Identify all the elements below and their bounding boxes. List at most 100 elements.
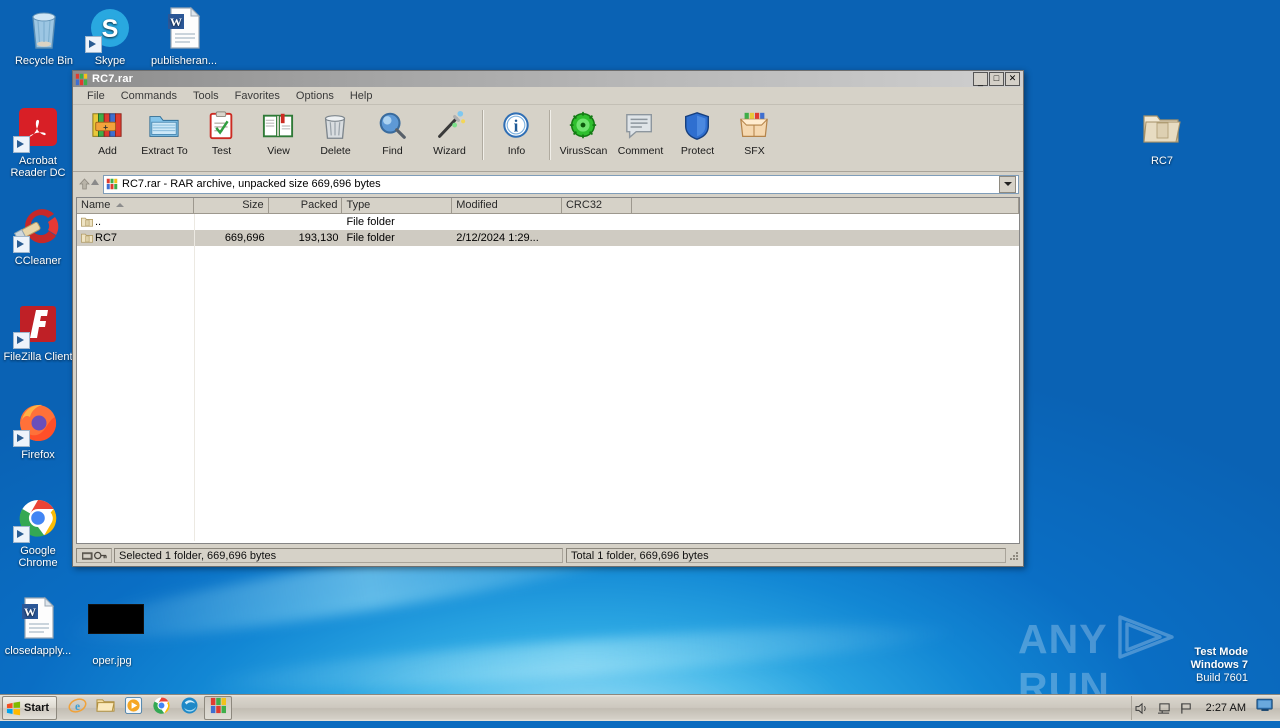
menu-item-commands[interactable]: Commands xyxy=(113,89,185,103)
file-row[interactable]: RC7 669,696 193,130 File folder 2/12/2024 1:… xyxy=(77,230,1019,246)
winrar-window[interactable]: RC7.rar _ □ ✕ File Commands Tools Favorites… xyxy=(72,70,1024,567)
maximize-button[interactable]: □ xyxy=(989,72,1004,86)
desktop-icon-rc7-folder[interactable]: RC7 xyxy=(1126,104,1198,167)
up-one-level-button[interactable] xyxy=(77,175,99,193)
system-tray[interactable]: 2:27 AM xyxy=(1130,696,1280,720)
status-left-text: Selected 1 folder, 669,696 bytes xyxy=(114,548,563,563)
file-modified-cell: 2/12/2024 1:29... xyxy=(456,232,539,244)
flag-icon[interactable] xyxy=(1176,697,1198,719)
menu-item-file[interactable]: File xyxy=(79,89,113,103)
menu-bar[interactable]: File Commands Tools Favorites Options Help xyxy=(73,87,1023,105)
quick-launch-bar[interactable]: e xyxy=(64,696,233,720)
toolbar-button-sfx[interactable]: SFX xyxy=(726,108,783,167)
column-header-label: Size xyxy=(242,199,264,211)
show-desktop-button[interactable] xyxy=(1256,698,1276,718)
close-button[interactable]: ✕ xyxy=(1005,72,1020,86)
word-icon: W xyxy=(160,4,208,52)
taskbar-item-internet-explorer[interactable]: e xyxy=(64,697,90,719)
start-button[interactable]: Start xyxy=(2,696,58,720)
menu-item-options[interactable]: Options xyxy=(288,89,342,103)
menu-item-tools[interactable]: Tools xyxy=(185,89,227,103)
column-header-type[interactable]: Type xyxy=(342,198,453,213)
desktop-icon-closedapply-doc[interactable]: W closedapply... xyxy=(2,594,74,657)
column-header-label: Modified xyxy=(456,199,498,211)
desktop-icon-skype[interactable]: S Skype xyxy=(74,4,146,67)
toolbar[interactable]: + Add Extract To Test View Delete Find Wi… xyxy=(73,105,1023,172)
taskbar-item-winrar-window[interactable] xyxy=(204,696,233,720)
window-controls[interactable]: _ □ ✕ xyxy=(973,72,1021,86)
extract-folder-icon xyxy=(147,110,183,144)
toolbar-button-label: Test xyxy=(211,145,232,157)
firefox-icon xyxy=(13,398,62,447)
taskbar[interactable]: Start e 2:27 AM xyxy=(0,694,1280,721)
toolbar-button-info[interactable]: i Info xyxy=(488,108,545,167)
toolbar-button-wizard[interactable]: Wizard xyxy=(421,108,478,167)
column-header-crc32[interactable]: CRC32 xyxy=(562,198,632,213)
toolbar-button-protect[interactable]: Protect xyxy=(669,108,726,167)
speaker-icon[interactable] xyxy=(1132,697,1154,719)
toolbar-button-label: Protect xyxy=(680,145,715,157)
network-monitor-icon[interactable] xyxy=(1154,697,1176,719)
taskbar-item-windows-explorer[interactable] xyxy=(92,697,118,719)
file-rows[interactable]: .. File folder RC7 669,696 193,130 File folde… xyxy=(77,214,1019,246)
address-bar[interactable]: RC7.rar - RAR archive, unpacked size 669… xyxy=(73,172,1023,196)
start-button-label: Start xyxy=(24,702,50,714)
toolbar-button-add[interactable]: + Add xyxy=(79,108,136,167)
taskbar-item-google-chrome[interactable] xyxy=(148,697,174,719)
folder-icon xyxy=(1138,104,1186,152)
desktop-icon-recycle-bin[interactable]: Recycle Bin xyxy=(8,4,80,67)
taskbar-item-edge-browser[interactable] xyxy=(176,697,202,719)
column-header-filler[interactable] xyxy=(632,198,1019,213)
file-name-cell: .. xyxy=(77,216,194,228)
desktop-icon-ccleaner[interactable]: CCleaner xyxy=(2,204,74,267)
svg-text:W: W xyxy=(24,605,36,619)
file-row[interactable]: .. File folder xyxy=(77,214,1019,230)
desktop-icon-acrobat-reader-dc[interactable]: Acrobat Reader DC xyxy=(2,104,74,179)
toolbar-separator xyxy=(482,110,484,160)
speech-bubble-icon xyxy=(623,110,659,144)
window-title-bar[interactable]: RC7.rar _ □ ✕ xyxy=(73,71,1023,87)
key-disk-icon xyxy=(93,551,107,560)
resize-grip[interactable] xyxy=(1008,550,1020,562)
file-list[interactable]: Name Size Packed Type Modified CRC32 .. File f… xyxy=(76,197,1020,544)
toolbar-button-label: Info xyxy=(507,145,526,157)
chevron-down-icon[interactable] xyxy=(999,175,1016,193)
shortcut-overlay-icon xyxy=(13,236,30,253)
minimize-button[interactable]: _ xyxy=(973,72,988,86)
toolbar-button-comment[interactable]: Comment xyxy=(612,108,669,167)
toolbar-button-test[interactable]: Test xyxy=(193,108,250,167)
skype-icon: S xyxy=(85,4,134,53)
toolbar-button-virusscan[interactable]: VirusScan xyxy=(555,108,612,167)
menu-item-help[interactable]: Help xyxy=(342,89,381,103)
column-header-label: Type xyxy=(346,199,371,211)
toolbar-button-delete[interactable]: Delete xyxy=(307,108,364,167)
toolbar-button-extract-to[interactable]: Extract To xyxy=(136,108,193,167)
desktop-icon-google-chrome[interactable]: Google Chrome xyxy=(2,494,74,569)
folder-up-icon xyxy=(81,216,93,228)
menu-item-favorites[interactable]: Favorites xyxy=(227,89,288,103)
column-header-row[interactable]: Name Size Packed Type Modified CRC32 xyxy=(77,198,1019,214)
acrobat-icon xyxy=(13,104,62,153)
taskbar-item-windows-media-player[interactable] xyxy=(120,696,146,719)
desktop-icon-filezilla-client[interactable]: FileZilla Client xyxy=(2,300,74,363)
column-header-label: CRC32 xyxy=(565,199,603,211)
desktop-icon-oper-jpg[interactable]: oper.jpg xyxy=(76,594,148,667)
column-header-size[interactable]: Size xyxy=(194,198,269,213)
desktop-icon-label: Acrobat Reader DC xyxy=(10,155,66,179)
trash-icon xyxy=(318,110,354,144)
drive-icon xyxy=(81,551,92,560)
column-header-modified[interactable]: Modified xyxy=(452,198,562,213)
taskbar-clock[interactable]: 2:27 AM xyxy=(1198,702,1254,714)
toolbar-button-find[interactable]: Find xyxy=(364,108,421,167)
column-header-label: Packed xyxy=(300,199,338,211)
desktop-icon-firefox[interactable]: Firefox xyxy=(2,398,74,461)
toolbar-button-label: Add xyxy=(98,145,117,157)
toolbar-button-label: View xyxy=(267,145,290,157)
desktop-icon-label: CCleaner xyxy=(14,255,62,267)
column-header-name[interactable]: Name xyxy=(77,198,194,213)
toolbar-button-view[interactable]: View xyxy=(250,108,307,167)
archive-path-field[interactable]: RC7.rar - RAR archive, unpacked size 669… xyxy=(103,174,1019,194)
desktop-icon-publisheran-doc[interactable]: W publisheran... xyxy=(148,4,220,67)
window-title-text: RC7.rar xyxy=(92,73,134,85)
column-header-packed[interactable]: Packed xyxy=(269,198,343,213)
